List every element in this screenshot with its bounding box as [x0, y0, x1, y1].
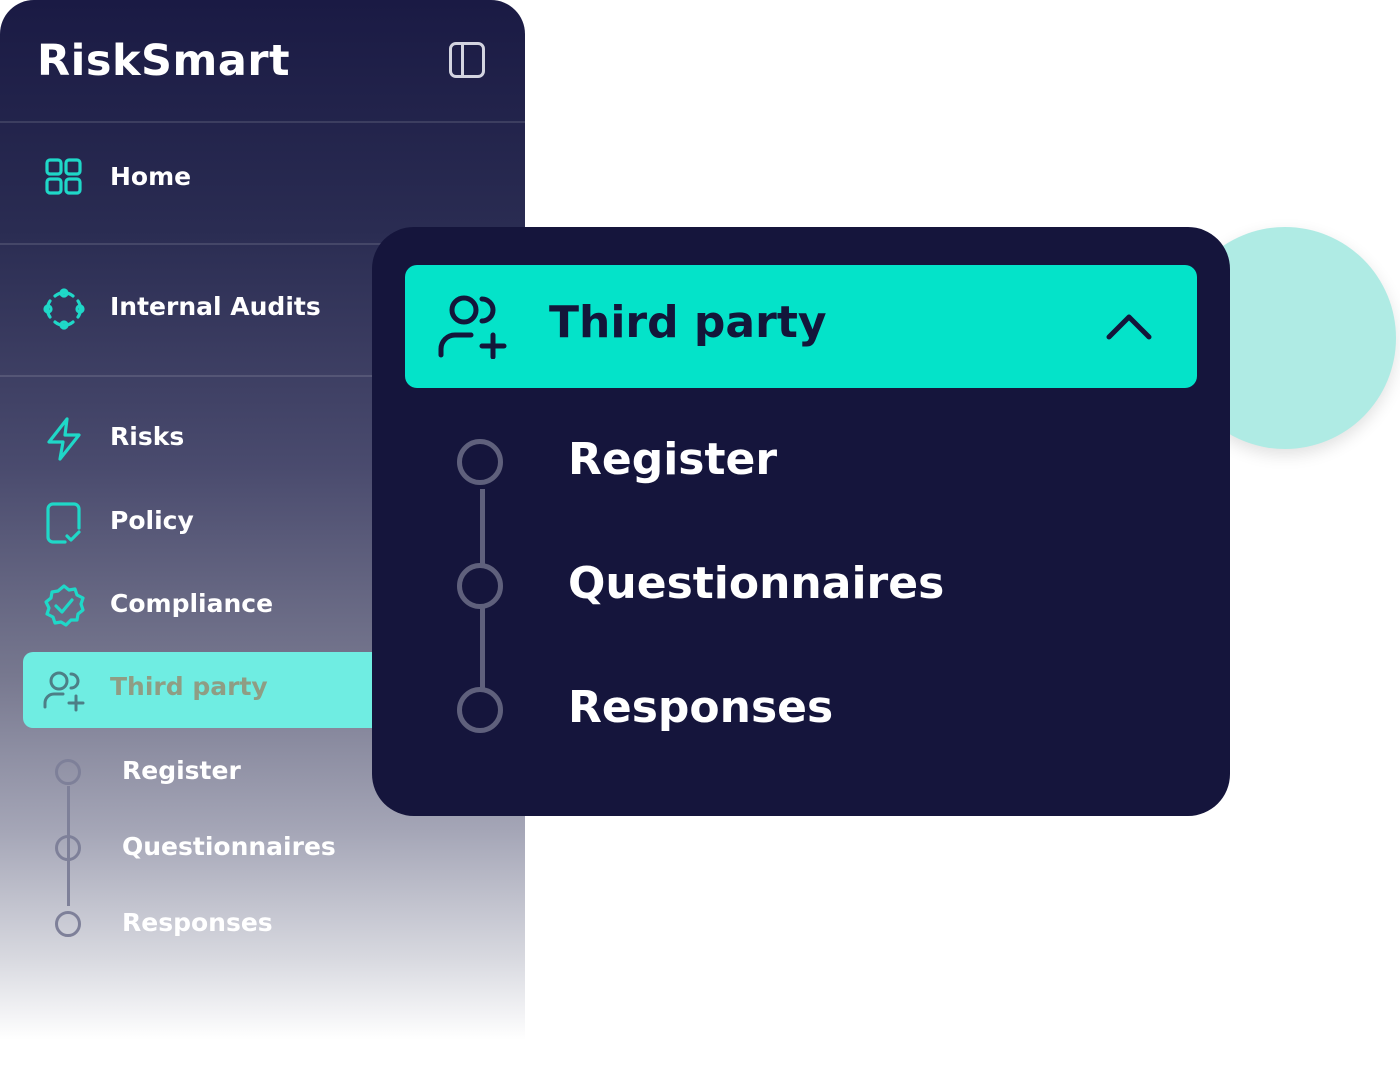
panel-subitem-questionnaires[interactable]: Questionnaires — [432, 536, 1192, 636]
chevron-up-icon[interactable] — [1105, 311, 1153, 341]
check-badge-icon — [44, 584, 85, 627]
step-dot — [55, 835, 81, 861]
step-dot — [457, 439, 503, 485]
sidebar-subitem-label: Responses — [122, 908, 273, 937]
step-dot — [457, 687, 503, 733]
sidebar-item-label: Third party — [110, 672, 268, 701]
audit-cycle-icon — [43, 288, 85, 330]
sidebar-item-home[interactable]: Home — [23, 142, 525, 214]
divider — [0, 121, 525, 123]
user-add-icon — [43, 671, 85, 712]
sidebar-item-label: Internal Audits — [110, 292, 321, 321]
step-dot — [457, 563, 503, 609]
sidebar-collapse-icon[interactable] — [449, 42, 485, 78]
panel-title: Third party — [549, 297, 827, 348]
sidebar-item-label: Home — [110, 162, 192, 191]
sidebar-subitem-label: Register — [122, 756, 241, 785]
sidebar-item-label: Policy — [110, 506, 194, 535]
lightning-icon — [47, 417, 81, 461]
panel-subitem-label: Register — [568, 434, 778, 485]
grid-icon — [45, 158, 82, 195]
panel-subitem-label: Responses — [568, 682, 834, 733]
step-dot — [55, 911, 81, 937]
brand-logo: RiskSmart — [37, 36, 291, 86]
sidebar-subitem-responses[interactable]: Responses — [0, 894, 525, 954]
step-dot — [55, 759, 81, 785]
panel-subitem-register[interactable]: Register — [432, 412, 1192, 512]
panel-subitem-label: Questionnaires — [568, 558, 945, 609]
third-party-panel: Third party Register Questionnaires Resp… — [372, 227, 1230, 816]
sidebar-item-label: Risks — [110, 422, 185, 451]
policy-document-icon — [46, 502, 81, 544]
user-add-icon — [438, 295, 507, 359]
third-party-header-button[interactable]: Third party — [405, 265, 1197, 388]
sidebar-item-label: Compliance — [110, 589, 274, 618]
panel-subitem-responses[interactable]: Responses — [432, 660, 1192, 760]
sidebar-subitem-label: Questionnaires — [122, 832, 336, 861]
sidebar-subitem-questionnaires[interactable]: Questionnaires — [0, 818, 525, 878]
